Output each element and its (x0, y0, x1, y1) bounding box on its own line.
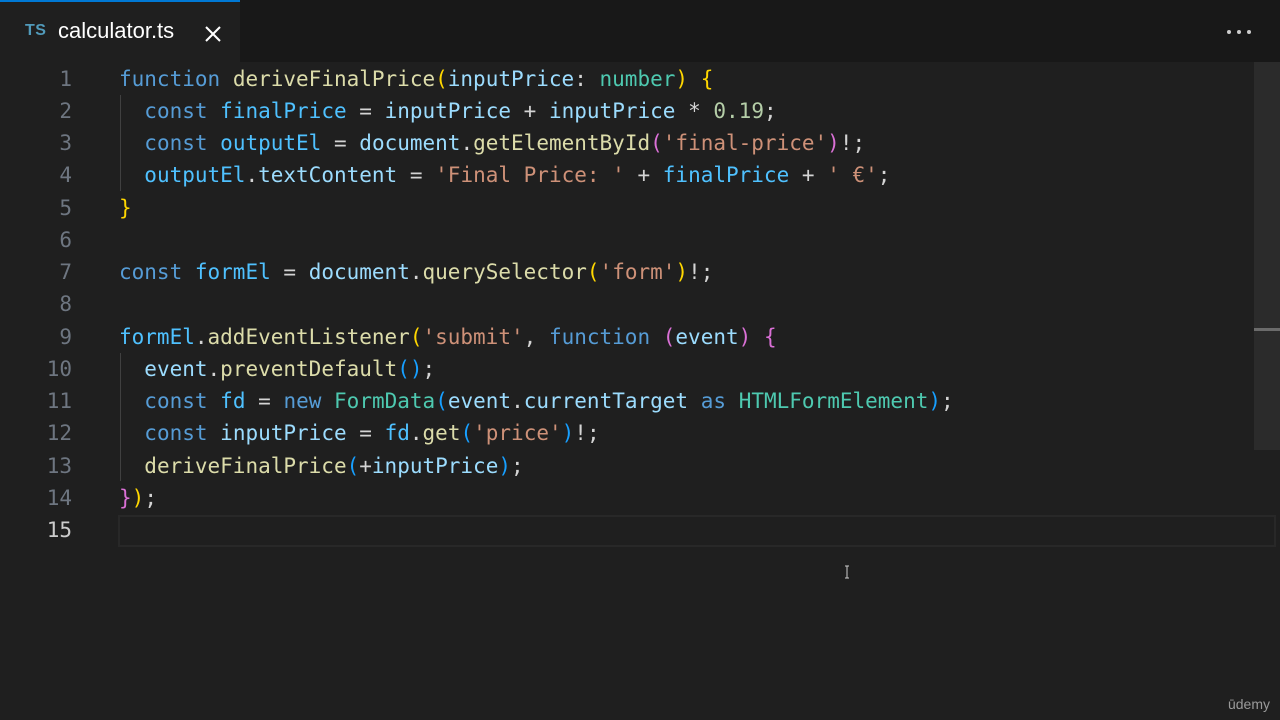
line-number: 5 (59, 196, 72, 220)
code-line: } (119, 196, 132, 220)
text-cursor-icon (843, 564, 851, 579)
code-line: formEl.addEventListener('submit', functi… (119, 325, 777, 349)
code-line: const inputPrice = fd.get('price')!; (144, 421, 600, 445)
code-line: function deriveFinalPrice(inputPrice: nu… (119, 67, 714, 91)
close-icon[interactable] (202, 23, 224, 45)
udemy-watermark: ūdemy (1227, 696, 1270, 712)
line-number: 12 (46, 421, 72, 445)
tab-label: calculator.ts (58, 18, 175, 43)
current-line-highlight (118, 515, 1276, 547)
line-number: 11 (46, 389, 72, 413)
line-number: 13 (46, 454, 72, 478)
line-number: 2 (59, 99, 72, 123)
active-line-number: 15 (46, 518, 72, 542)
code-line: event.preventDefault(); (144, 357, 436, 381)
line-number: 3 (59, 131, 72, 155)
line-number: 7 (59, 260, 72, 284)
line-number: 10 (46, 357, 72, 381)
code-line: }); (119, 486, 157, 510)
vscode-window: TS calculator.ts 1 2 3 4 5 6 7 8 9 10 11… (0, 0, 1280, 720)
code-editor[interactable]: 1 2 3 4 5 6 7 8 9 10 11 12 13 14 15 func… (0, 62, 1280, 720)
code-line: const fd = new FormData(event.currentTar… (144, 389, 954, 413)
code-line: const finalPrice = inputPrice + inputPri… (144, 99, 777, 123)
code-line: const formEl = document.querySelector('f… (119, 260, 714, 284)
scrollbar-thumb[interactable] (1254, 62, 1280, 450)
tab-bar: TS calculator.ts (0, 0, 1280, 62)
code-line: const outputEl = document.getElementById… (144, 131, 866, 155)
code-line: outputEl.textContent = 'Final Price: ' +… (144, 163, 891, 187)
line-number: 4 (59, 163, 72, 187)
vertical-scrollbar[interactable] (1254, 62, 1280, 720)
tab-calculator-ts[interactable]: TS calculator.ts (0, 0, 240, 62)
more-actions-icon[interactable] (1226, 20, 1252, 42)
typescript-file-icon: TS (25, 22, 47, 39)
scrollbar-marker (1254, 328, 1280, 331)
code-line: deriveFinalPrice(+inputPrice); (144, 454, 524, 478)
line-number: 9 (59, 325, 72, 349)
line-number: 8 (59, 292, 72, 316)
line-number: 14 (46, 486, 72, 510)
line-number: 6 (59, 228, 72, 252)
line-number: 1 (59, 67, 72, 91)
